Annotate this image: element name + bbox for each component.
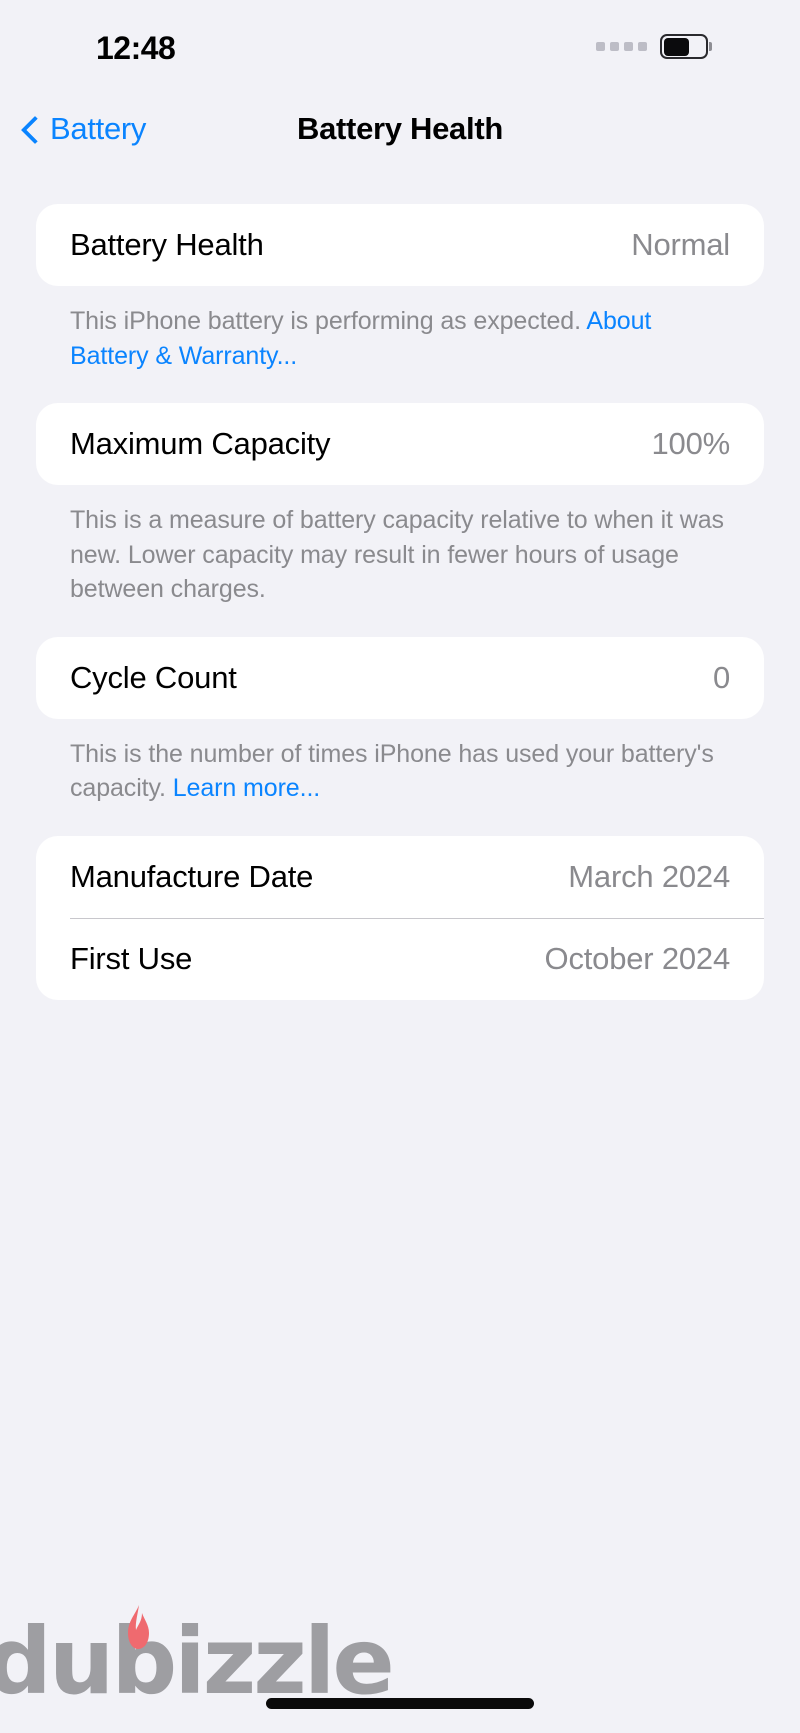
row-maximum-capacity[interactable]: Maximum Capacity 100% — [36, 403, 764, 485]
row-value: 0 — [712, 659, 730, 695]
row-label: First Use — [70, 940, 193, 976]
footnote-text: This is the number of times iPhone has u… — [70, 739, 714, 803]
row-cycle-count[interactable]: Cycle Count 0 — [36, 637, 764, 719]
status-badge: Normal — [631, 227, 730, 262]
settings-content: Battery Health Normal This iPhone batter… — [0, 166, 800, 1000]
battery-dates-card: Manufacture Date March 2024 First Use Oc… — [36, 835, 764, 1000]
status-bar: 12:48 — [0, 0, 800, 92]
chevron-left-icon — [22, 114, 40, 144]
battery-icon — [660, 34, 712, 59]
back-button[interactable]: Battery — [22, 111, 146, 147]
row-label: Cycle Count — [70, 659, 237, 695]
status-bar-right — [596, 34, 712, 59]
row-value: October 2024 — [544, 940, 731, 976]
footnote-text: This iPhone battery is performing as exp… — [70, 307, 587, 335]
footnote-text: This is a measure of battery capacity re… — [70, 506, 724, 603]
maximum-capacity-footnote: This is a measure of battery capacity re… — [36, 485, 764, 607]
row-value: March 2024 — [568, 858, 730, 894]
dubizzle-watermark: dubizzle — [0, 1605, 395, 1716]
row-manufacture-date: Manufacture Date March 2024 — [36, 836, 764, 918]
row-label: Maximum Capacity — [70, 426, 331, 461]
cycle-count-footnote: This is the number of times iPhone has u… — [36, 719, 764, 806]
flame-icon — [128, 1605, 149, 1649]
row-battery-health[interactable]: Battery Health Normal — [36, 204, 764, 286]
row-label: Manufacture Date — [70, 858, 314, 894]
row-value: 100% — [651, 426, 731, 461]
battery-health-card: Battery Health Normal — [36, 204, 764, 286]
back-button-label: Battery — [50, 111, 147, 146]
home-indicator[interactable] — [266, 1698, 534, 1709]
signal-dots-icon — [596, 42, 647, 51]
learn-more-link[interactable]: Learn more... — [173, 774, 320, 802]
cycle-count-card: Cycle Count 0 — [36, 636, 764, 719]
watermark-text: dubizzle — [0, 1608, 395, 1716]
status-time: 12:48 — [96, 30, 176, 66]
row-label: Battery Health — [70, 227, 264, 262]
battery-health-footnote: This iPhone battery is performing as exp… — [36, 286, 764, 373]
maximum-capacity-card: Maximum Capacity 100% — [36, 403, 764, 485]
row-first-use: First Use October 2024 — [36, 917, 764, 1000]
navigation-bar: Battery Battery Health — [0, 92, 800, 166]
